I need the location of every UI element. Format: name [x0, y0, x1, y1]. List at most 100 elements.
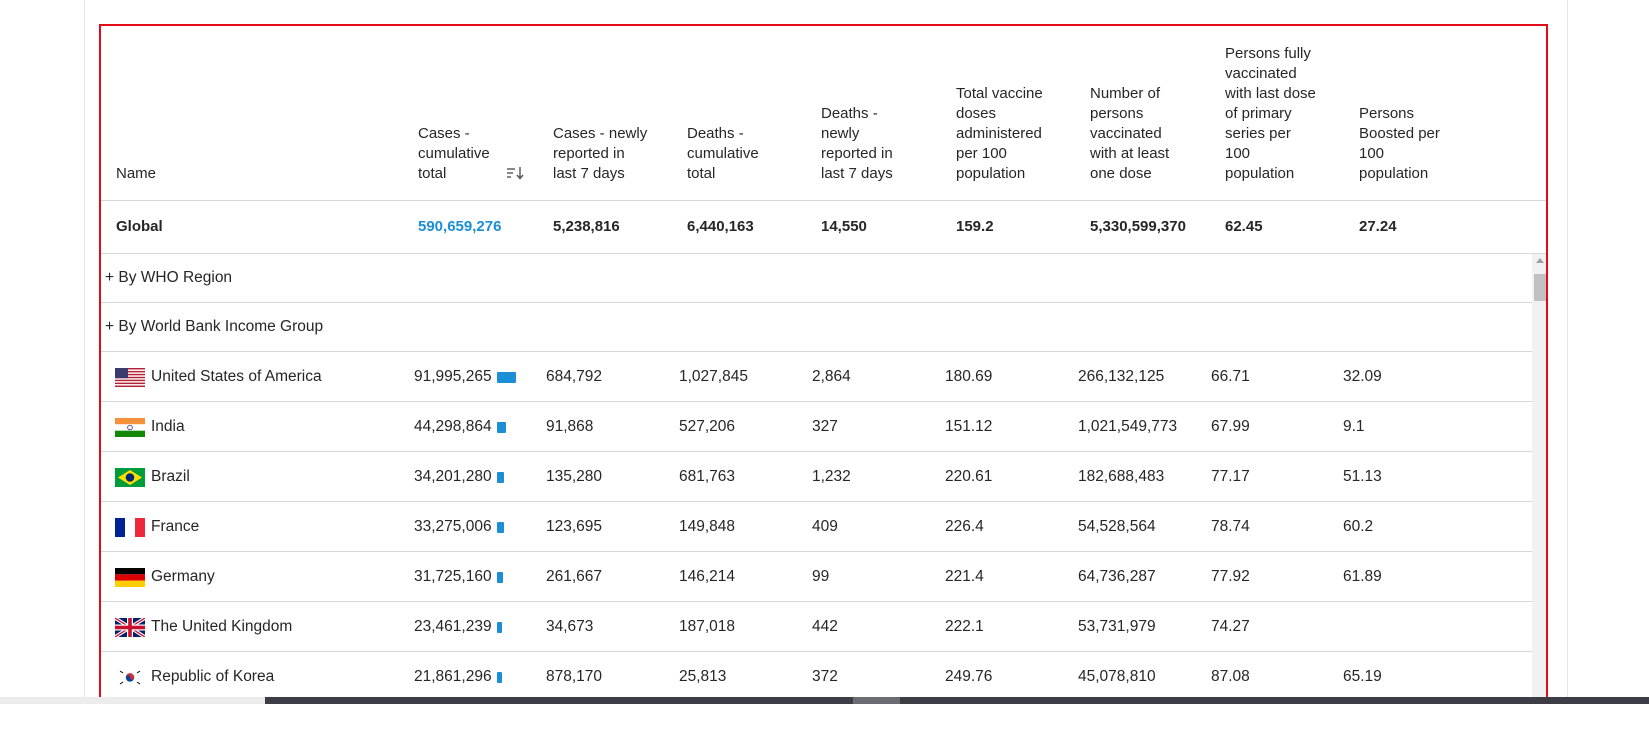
- cell-boosted: 60.2: [1343, 518, 1374, 535]
- cell-country-name[interactable]: Republic of Korea: [151, 668, 274, 686]
- cell-cases-new: 91,868: [546, 418, 594, 435]
- cell-cases-cumulative: 44,298,864: [414, 418, 492, 435]
- scrollbar-thumb[interactable]: [1534, 274, 1546, 301]
- scroll-up-arrow-icon[interactable]: [1536, 258, 1544, 263]
- cell-fully-vaccinated: 78.74: [1211, 518, 1250, 535]
- table-row[interactable]: India 44,298,864 91,868 527,206 327 151.12 1,0…: [101, 402, 1532, 452]
- cell-cases-cumulative: 31,725,160: [414, 568, 492, 585]
- cell-persons-vaccinated: 182,688,483: [1078, 468, 1165, 485]
- column-header-cases-cumulative[interactable]: Cases - cumulative total: [418, 124, 490, 184]
- global-summary-row: Global 590,659,276 5,238,816 6,440,163 1…: [101, 201, 1546, 254]
- table-row[interactable]: Germany 31,725,160 261,667 146,214 99 221.4 64…: [101, 552, 1532, 602]
- cases-bar: [497, 472, 504, 483]
- cell-vaccine-doses: 249.76: [945, 668, 993, 685]
- global-cases-cumulative-link[interactable]: 590,659,276: [418, 218, 501, 235]
- column-header-name[interactable]: Name: [116, 164, 156, 184]
- cell-persons-vaccinated: 54,528,564: [1078, 518, 1156, 535]
- horizontal-scroll-track[interactable]: [265, 697, 1649, 704]
- global-name: Global: [116, 218, 163, 235]
- cell-deaths-cumulative: 527,206: [679, 418, 736, 435]
- column-header-vaccine-doses[interactable]: Total vaccine doses administered per 100…: [956, 84, 1043, 184]
- france-flag-icon: [115, 518, 145, 537]
- cell-deaths-cumulative: 187,018: [679, 618, 736, 635]
- cell-cases-new: 123,695: [546, 518, 603, 535]
- cell-cases-new: 878,170: [546, 668, 603, 685]
- cases-bar: [497, 672, 502, 683]
- cell-persons-vaccinated: 45,078,810: [1078, 668, 1156, 685]
- column-header-deaths-cumulative[interactable]: Deaths - cumulative total: [687, 124, 759, 184]
- cell-fully-vaccinated: 87.08: [1211, 668, 1250, 685]
- usa-flag-icon: [115, 368, 145, 387]
- column-header-fully-vaccinated[interactable]: Persons fully vaccinated with last dose …: [1225, 44, 1316, 184]
- table-body: + By WHO Region + By World Bank Income G…: [101, 254, 1532, 700]
- cell-deaths-cumulative: 1,027,845: [679, 368, 748, 385]
- cell-boosted: 65.19: [1343, 668, 1382, 685]
- cell-country-name[interactable]: Germany: [151, 568, 215, 586]
- cell-deaths-cumulative: 25,813: [679, 668, 727, 685]
- group-toggle-income-group[interactable]: + By World Bank Income Group: [105, 318, 323, 336]
- cell-persons-vaccinated: 1,021,549,773: [1078, 418, 1178, 435]
- column-header-persons-vaccinated[interactable]: Number of persons vaccinated with at lea…: [1090, 84, 1169, 184]
- cell-vaccine-doses: 151.12: [945, 418, 993, 435]
- korea-flag-icon: [115, 668, 145, 687]
- cases-bar: [497, 422, 506, 433]
- table-row[interactable]: The United Kingdom 23,461,239 34,673 187,01…: [101, 602, 1532, 652]
- vertical-scrollbar[interactable]: [1532, 254, 1546, 700]
- cell-deaths-new: 409: [812, 518, 838, 535]
- cell-boosted: 9.1: [1343, 418, 1365, 435]
- india-flag-icon: [115, 418, 145, 437]
- cell-cases-new: 34,673: [546, 618, 594, 635]
- cases-bar: [497, 572, 503, 583]
- cell-country-name[interactable]: Brazil: [151, 468, 190, 486]
- column-header-boosted[interactable]: Persons Boosted per 100 population: [1359, 104, 1440, 184]
- horizontal-scroll-thumb[interactable]: [853, 697, 900, 704]
- cell-cases-new: 261,667: [546, 568, 603, 585]
- germany-flag-icon: [115, 568, 145, 587]
- table-row[interactable]: Republic of Korea 21,861,296 878,170 25,813…: [101, 652, 1532, 700]
- global-deaths-cumulative: 6,440,163: [687, 218, 754, 235]
- sort-descending-icon[interactable]: [506, 165, 526, 181]
- column-header-cases-new[interactable]: Cases - newly reported in last 7 days: [553, 124, 647, 184]
- uk-flag-icon: [114, 616, 146, 639]
- cell-deaths-new: 327: [812, 418, 838, 435]
- group-toggle-who-region[interactable]: + By WHO Region: [105, 269, 232, 287]
- cell-deaths-cumulative: 681,763: [679, 468, 736, 485]
- cell-fully-vaccinated: 77.92: [1211, 568, 1250, 585]
- cell-deaths-new: 2,864: [812, 368, 851, 385]
- cell-cases-new: 135,280: [546, 468, 603, 485]
- table-row[interactable]: United States of America 91,995,265 684,79…: [101, 352, 1532, 402]
- cell-country-name[interactable]: France: [151, 518, 199, 536]
- cell-deaths-new: 372: [812, 668, 838, 685]
- cell-deaths-cumulative: 149,848: [679, 518, 736, 535]
- column-header-deaths-new[interactable]: Deaths - newly reported in last 7 days: [821, 104, 893, 184]
- cell-deaths-new: 1,232: [812, 468, 851, 485]
- cell-persons-vaccinated: 64,736,287: [1078, 568, 1156, 585]
- cell-vaccine-doses: 221.4: [945, 568, 984, 585]
- cell-country-name[interactable]: India: [151, 418, 185, 436]
- table-header: Name Cases - cumulative total Cases - ne…: [101, 26, 1546, 201]
- cell-cases-cumulative: 34,201,280: [414, 468, 492, 485]
- table-row[interactable]: Brazil 34,201,280 135,280 681,763 1,232 220.6…: [101, 452, 1532, 502]
- group-row-who-region[interactable]: + By WHO Region: [101, 254, 1532, 303]
- cell-vaccine-doses: 180.69: [945, 368, 993, 385]
- bottom-scroll-track-left: [0, 697, 265, 704]
- cell-fully-vaccinated: 77.17: [1211, 468, 1250, 485]
- data-table-frame: Name Cases - cumulative total Cases - ne…: [99, 24, 1548, 702]
- group-row-income-group[interactable]: + By World Bank Income Group: [101, 303, 1532, 352]
- cases-bar: [497, 622, 502, 633]
- brazil-flag-icon: [115, 468, 145, 487]
- cell-persons-vaccinated: 53,731,979: [1078, 618, 1156, 635]
- cell-vaccine-doses: 222.1: [945, 618, 984, 635]
- cell-cases-cumulative: 33,275,006: [414, 518, 492, 535]
- cell-boosted: 61.89: [1343, 568, 1382, 585]
- cell-cases-cumulative: 21,861,296: [414, 668, 492, 685]
- cell-country-name[interactable]: The United Kingdom: [151, 618, 292, 636]
- table-row[interactable]: France 33,275,006 123,695 149,848 409 226.4 54…: [101, 502, 1532, 552]
- global-fully-vaccinated: 62.45: [1225, 218, 1263, 235]
- cell-deaths-new: 99: [812, 568, 830, 585]
- cell-deaths-new: 442: [812, 618, 838, 635]
- cell-cases-new: 684,792: [546, 368, 603, 385]
- cases-bar: [497, 372, 516, 383]
- cell-fully-vaccinated: 66.71: [1211, 368, 1250, 385]
- cell-country-name[interactable]: United States of America: [151, 368, 322, 386]
